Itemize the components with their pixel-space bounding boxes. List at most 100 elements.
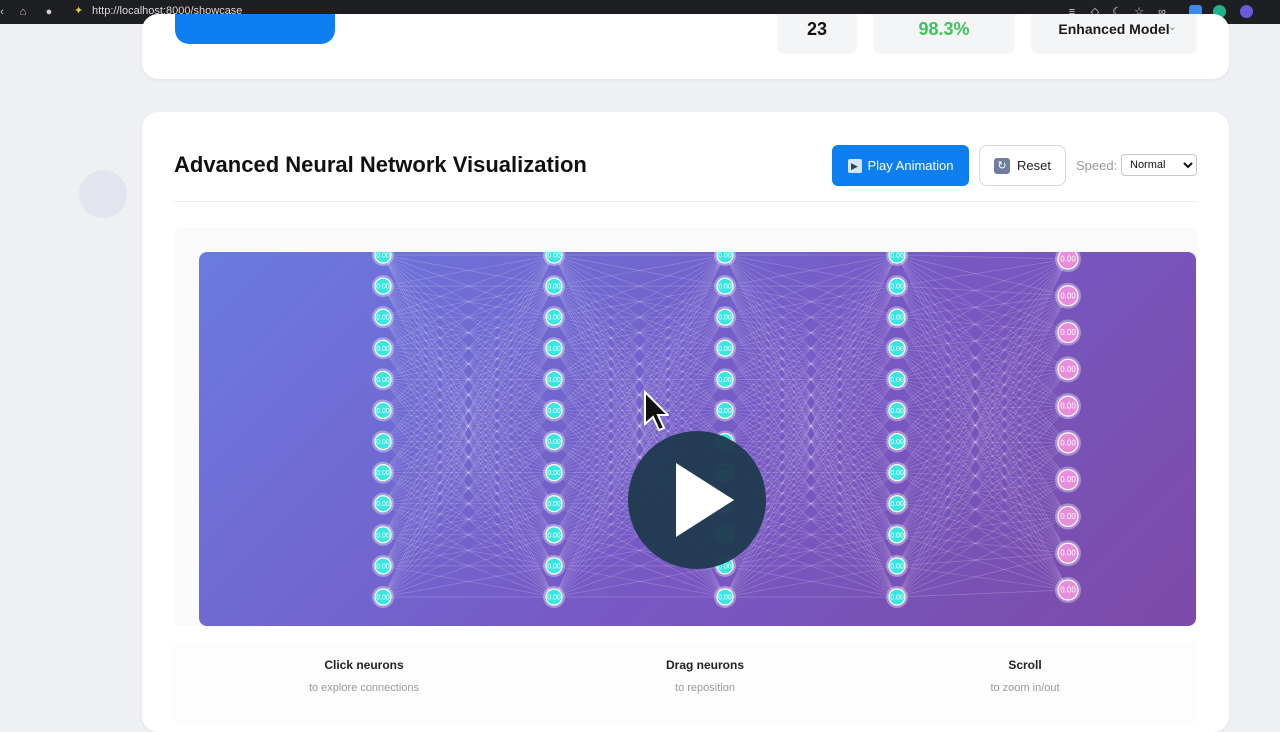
- neuron-value: 0.00: [890, 253, 904, 260]
- neuron[interactable]: 0.00: [543, 275, 565, 298]
- neuron[interactable]: 0.00: [543, 306, 565, 329]
- neuron-value: 0.00: [376, 346, 390, 353]
- sparkle-icon: ✦: [74, 5, 84, 17]
- output-neuron[interactable]: 0.00: [1055, 540, 1081, 567]
- hint-subtitle: to explore connections: [308, 682, 420, 694]
- connection-line: [896, 565, 1069, 591]
- neuron-value: 0.00: [718, 408, 732, 415]
- stat-count-value: 23: [806, 19, 828, 39]
- neuron[interactable]: 0.00: [372, 492, 394, 515]
- stats-card: 23 98.3% Enhanced Model ⌄: [142, 14, 1229, 79]
- neuron-value: 0.00: [1060, 291, 1076, 300]
- neuron[interactable]: 0.00: [543, 492, 565, 515]
- neuron-value: 0.00: [376, 501, 390, 508]
- output-neuron[interactable]: 0.00: [1055, 466, 1081, 493]
- neuron-value: 0.00: [547, 532, 561, 539]
- neuron[interactable]: 0.00: [886, 337, 908, 360]
- cursor-icon: [644, 390, 669, 432]
- extension-icon[interactable]: [1240, 5, 1253, 18]
- output-neuron[interactable]: 0.00: [1055, 282, 1081, 309]
- neuron-value: 0.00: [547, 408, 561, 415]
- neuron[interactable]: 0.00: [372, 586, 394, 608]
- neuron[interactable]: 0.00: [886, 399, 908, 422]
- hint-title: Drag neurons: [665, 658, 744, 672]
- hint-title: Click neurons: [324, 658, 404, 672]
- neuron[interactable]: 0.00: [714, 586, 736, 608]
- neuron-value: 0.00: [376, 253, 390, 260]
- neuron[interactable]: 0.00: [543, 523, 565, 546]
- neuron-value: 0.00: [547, 470, 561, 477]
- neuron[interactable]: 0.00: [886, 430, 908, 453]
- neuron-value: 0.00: [890, 532, 904, 539]
- neuron[interactable]: 0.00: [886, 492, 908, 515]
- neuron[interactable]: 0.00: [714, 368, 736, 391]
- neuron[interactable]: 0.00: [543, 554, 565, 577]
- neuron[interactable]: 0.00: [886, 306, 908, 329]
- neuron-value: 0.00: [547, 284, 561, 291]
- connection-line: [896, 368, 1069, 380]
- neuron-value: 0.00: [376, 563, 390, 570]
- neuron[interactable]: 0.00: [886, 554, 908, 577]
- output-neuron[interactable]: 0.00: [1055, 319, 1081, 346]
- neuron-value: 0.00: [376, 595, 390, 602]
- neuron[interactable]: 0.00: [714, 306, 736, 329]
- neuron[interactable]: 0.00: [714, 275, 736, 298]
- neuron-value: 0.00: [376, 439, 390, 446]
- neuron[interactable]: 0.00: [714, 337, 736, 360]
- neuron[interactable]: 0.00: [543, 368, 565, 391]
- back-icon[interactable]: ‹: [0, 4, 10, 20]
- neuron[interactable]: 0.00: [886, 523, 908, 546]
- neuron[interactable]: 0.00: [372, 461, 394, 484]
- neuron-value: 0.00: [890, 595, 904, 602]
- neuron[interactable]: 0.00: [372, 275, 394, 298]
- hint-title: Scroll: [1008, 658, 1042, 672]
- neuron-value: 0.00: [547, 595, 561, 602]
- stat-accuracy-value: 98.3%: [918, 19, 970, 39]
- neuron[interactable]: 0.00: [372, 523, 394, 546]
- neuron[interactable]: 0.00: [543, 586, 565, 608]
- stat-count: 23: [777, 14, 857, 54]
- play-animation-button[interactable]: ▶ Play Animation: [832, 145, 969, 186]
- neuron[interactable]: 0.00: [886, 586, 908, 608]
- hint-click: Click neurons to explore connections: [214, 658, 514, 694]
- neuron[interactable]: 0.00: [886, 368, 908, 391]
- neuron[interactable]: 0.00: [372, 399, 394, 422]
- neuron-value: 0.00: [890, 377, 904, 384]
- output-neuron[interactable]: 0.00: [1055, 577, 1081, 603]
- neuron[interactable]: 0.00: [886, 461, 908, 484]
- neuron[interactable]: 0.00: [543, 399, 565, 422]
- neural-network-canvas[interactable]: 0.00 0.00 0.00 0.00 0.00 0.00 0.00 0.00 0.00 0.00…: [199, 252, 1196, 626]
- neuron[interactable]: 0.00: [714, 399, 736, 422]
- neuron-value: 0.00: [1060, 402, 1076, 411]
- connection-line: [896, 441, 1069, 444]
- reset-button[interactable]: ↻ Reset: [979, 145, 1066, 186]
- output-neuron[interactable]: 0.00: [1055, 356, 1081, 383]
- model-select[interactable]: Enhanced Model ⌄: [1031, 14, 1197, 54]
- output-neuron[interactable]: 0.00: [1055, 393, 1081, 420]
- page-title: Advanced Neural Network Visualization: [174, 152, 587, 177]
- play-animation-label: Play Animation: [867, 158, 954, 173]
- hint-subtitle: to zoom in/out: [990, 682, 1060, 694]
- neuron[interactable]: 0.00: [543, 430, 565, 453]
- output-neuron[interactable]: 0.00: [1055, 429, 1081, 456]
- neuron[interactable]: 0.00: [372, 337, 394, 360]
- neuron[interactable]: 0.00: [886, 275, 908, 298]
- speed-label: Speed:: [1076, 158, 1118, 173]
- hint-scroll: Scroll to zoom in/out: [875, 658, 1175, 694]
- connection-line: [896, 254, 1069, 297]
- microphone-icon[interactable]: ●: [41, 4, 57, 20]
- home-icon[interactable]: ⌂: [15, 4, 31, 20]
- neuron[interactable]: 0.00: [372, 554, 394, 577]
- neuron[interactable]: 0.00: [372, 368, 394, 391]
- neuron-value: 0.00: [547, 315, 561, 322]
- hint-drag: Drag neurons to reposition: [555, 658, 855, 694]
- primary-button[interactable]: [175, 14, 335, 44]
- speed-select[interactable]: Normal: [1121, 154, 1197, 176]
- neuron-value: 0.00: [1060, 549, 1076, 558]
- output-neuron[interactable]: 0.00: [1055, 503, 1081, 530]
- neuron[interactable]: 0.00: [543, 337, 565, 360]
- divider: [174, 201, 1197, 202]
- neuron[interactable]: 0.00: [543, 461, 565, 484]
- neuron[interactable]: 0.00: [372, 430, 394, 453]
- neuron[interactable]: 0.00: [372, 306, 394, 329]
